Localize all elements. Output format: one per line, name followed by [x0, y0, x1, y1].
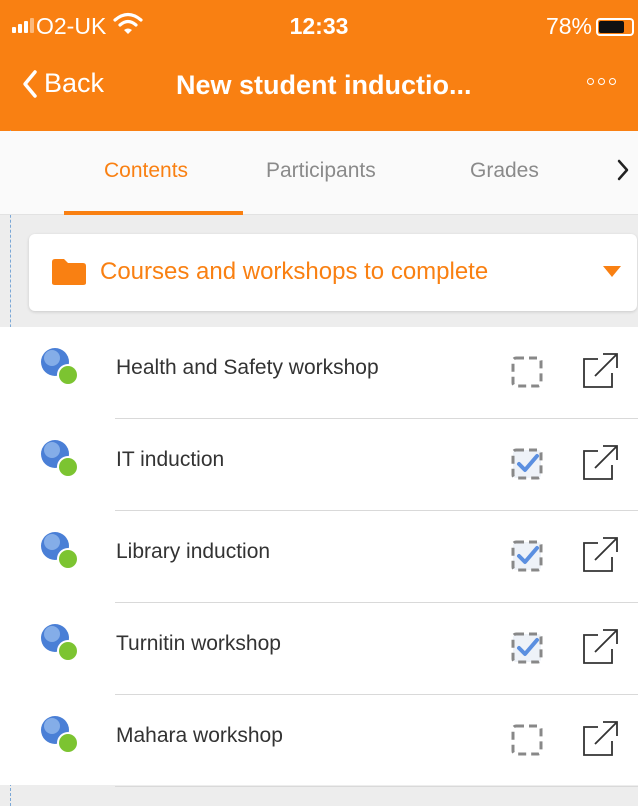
activity-name: IT induction — [116, 448, 225, 471]
activity-row[interactable]: IT induction — [0, 419, 638, 511]
active-tab-indicator — [64, 211, 243, 215]
row-divider — [115, 786, 638, 787]
back-button[interactable]: Back — [22, 68, 104, 99]
tab-participants[interactable]: Participants — [266, 159, 376, 183]
app-header: O2-UK 12:33 78% Back New student inducti… — [0, 0, 638, 131]
activity-row[interactable]: Mahara workshop — [0, 695, 638, 787]
external-link-icon[interactable] — [579, 351, 619, 391]
tab-bar: Contents Participants Grades — [0, 131, 638, 215]
chevron-right-icon[interactable] — [616, 157, 630, 183]
navigation-bar: Back New student inductio... — [0, 56, 638, 116]
checkbox-empty-icon[interactable] — [510, 355, 544, 389]
module-icon — [41, 348, 79, 386]
checkbox-checked-icon[interactable] — [510, 447, 544, 481]
section-title: Courses and workshops to complete — [100, 258, 489, 285]
activity-name: Health and Safety workshop — [116, 356, 379, 379]
page-title: New student inductio... — [176, 70, 472, 100]
module-icon — [41, 532, 79, 570]
activity-row[interactable]: Health and Safety workshop — [0, 327, 638, 419]
checkbox-checked-icon[interactable] — [510, 631, 544, 665]
module-icon — [41, 624, 79, 662]
checkbox-checked-icon[interactable] — [510, 539, 544, 573]
clock: 12:33 — [289, 13, 349, 39]
section-selector[interactable]: Courses and workshops to complete — [29, 234, 637, 311]
module-icon — [41, 716, 79, 754]
external-link-icon[interactable] — [579, 443, 619, 483]
battery-percent: 78% — [545, 13, 592, 39]
activity-row[interactable]: Library induction — [0, 511, 638, 603]
tab-contents[interactable]: Contents — [104, 159, 188, 183]
activity-name: Turnitin workshop — [116, 632, 281, 655]
status-bar: O2-UK 12:33 78% — [0, 0, 638, 50]
external-link-icon[interactable] — [579, 719, 619, 759]
activity-row[interactable]: Turnitin workshop — [0, 603, 638, 695]
chevron-left-icon — [23, 69, 37, 98]
caret-down-icon — [603, 266, 621, 277]
external-link-icon[interactable] — [579, 627, 619, 667]
external-link-icon[interactable] — [579, 535, 619, 575]
more-dots-icon[interactable] — [587, 78, 616, 85]
folder-icon — [52, 259, 86, 285]
module-icon — [41, 440, 79, 478]
activity-name: Mahara workshop — [116, 724, 283, 747]
battery-icon — [596, 18, 634, 36]
checkbox-empty-icon[interactable] — [510, 723, 544, 757]
activity-name: Library induction — [116, 540, 271, 563]
back-label: Back — [44, 68, 105, 98]
tab-grades[interactable]: Grades — [470, 159, 539, 183]
activity-list: Health and Safety workshop IT induction — [0, 327, 638, 787]
